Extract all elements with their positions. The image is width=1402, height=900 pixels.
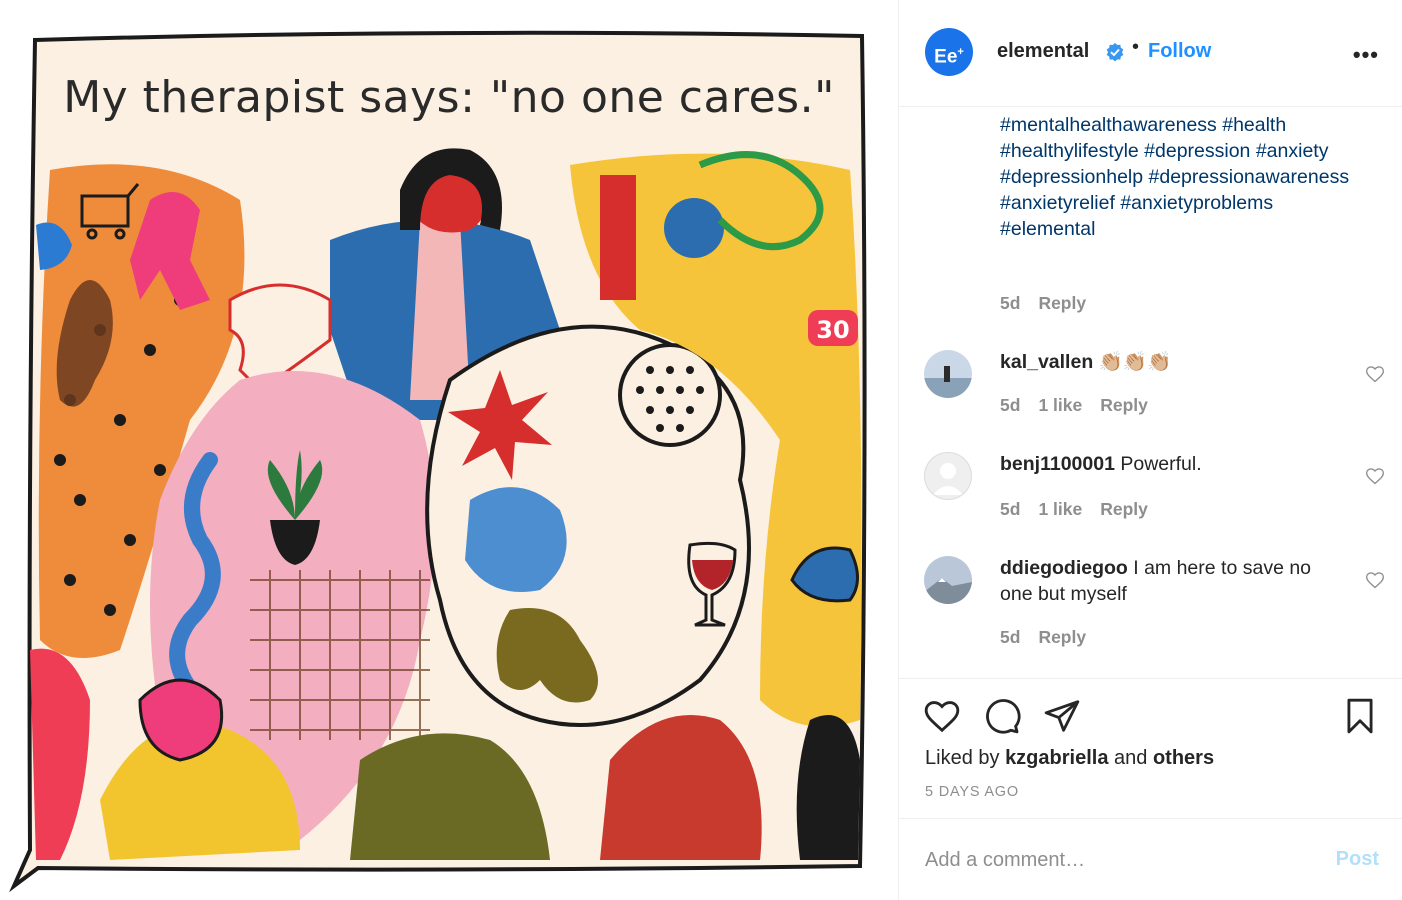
comment-likes[interactable]: 1 like bbox=[1038, 499, 1082, 519]
comment-bubble-icon[interactable] bbox=[983, 697, 1021, 735]
svg-text:30: 30 bbox=[816, 316, 849, 344]
liked-by-others[interactable]: others bbox=[1153, 747, 1214, 769]
comment-text: benj1100001 Powerful. bbox=[1000, 451, 1330, 477]
post-comment-button[interactable]: Post bbox=[1336, 848, 1379, 871]
caption-hashtags-text[interactable]: #mentalhealthawareness #health #healthyl… bbox=[1000, 108, 1360, 242]
default-avatar-icon bbox=[933, 463, 963, 495]
comment-time: 5d bbox=[1000, 627, 1021, 647]
comments-list[interactable]: #mentalhealth #mentalhealthawareness #he… bbox=[899, 108, 1402, 678]
add-comment-bar: Post bbox=[899, 818, 1402, 900]
post-side-panel: Ee+ elemental • Follow ••• #mentalhealth… bbox=[898, 0, 1402, 900]
share-send-icon[interactable] bbox=[1043, 697, 1081, 735]
comment-meta: 5d 1 like Reply bbox=[1000, 395, 1148, 416]
comment-like-heart-icon[interactable] bbox=[1365, 466, 1385, 486]
author-username[interactable]: elemental bbox=[997, 40, 1089, 63]
comment-reply-button[interactable]: Reply bbox=[1100, 395, 1148, 415]
comment-likes[interactable]: 1 like bbox=[1038, 395, 1082, 415]
comment-avatar[interactable] bbox=[924, 452, 972, 500]
comment-time: 5d bbox=[1000, 499, 1021, 519]
comment-username[interactable]: ddiegodiegoo bbox=[1000, 557, 1128, 579]
like-heart-icon[interactable] bbox=[923, 697, 961, 735]
avatar-text: Ee bbox=[934, 46, 958, 68]
add-comment-input[interactable] bbox=[925, 845, 1305, 875]
liked-and: and bbox=[1114, 747, 1148, 769]
post-timestamp[interactable]: 5 DAYS AGO bbox=[925, 784, 1019, 800]
more-options-icon[interactable]: ••• bbox=[1353, 42, 1379, 68]
caption-hashtags: #mentalhealth #mentalhealthawareness #he… bbox=[1000, 108, 1360, 242]
comment-body: Powerful. bbox=[1120, 453, 1202, 475]
avatar-photo bbox=[924, 350, 972, 398]
follow-button[interactable]: Follow bbox=[1148, 40, 1211, 63]
avatar-sup: + bbox=[957, 46, 964, 58]
author-avatar[interactable]: Ee+ bbox=[925, 28, 973, 76]
comment-username[interactable]: benj1100001 bbox=[1000, 453, 1115, 475]
image-caption-text: My therapist says: "no one cares." bbox=[63, 72, 835, 123]
comment-text: ddiegodiegoo I am here to save no one bu… bbox=[1000, 555, 1330, 607]
comment-meta: 5d 1 like Reply bbox=[1000, 499, 1148, 520]
comment-avatar[interactable] bbox=[924, 350, 972, 398]
header-separator: • bbox=[1132, 36, 1140, 58]
liked-by-user[interactable]: kzgabriella bbox=[1005, 747, 1108, 769]
post-image[interactable]: 30 My therapist says: "no one cares." bbox=[0, 0, 898, 900]
comment-like-heart-icon[interactable] bbox=[1365, 364, 1385, 384]
comment-reply-button[interactable]: Reply bbox=[1100, 499, 1148, 519]
comment-like-heart-icon[interactable] bbox=[1365, 570, 1385, 590]
comment-body: 👏🏼👏🏼👏🏼 bbox=[1098, 351, 1172, 373]
illustration: 30 bbox=[9, 30, 867, 893]
comment-text: kal_vallen 👏🏼👏🏼👏🏼 bbox=[1000, 349, 1330, 375]
caption-time: 5d bbox=[1000, 293, 1021, 313]
bookmark-icon[interactable] bbox=[1341, 697, 1379, 735]
liked-prefix: Liked by bbox=[925, 747, 1000, 769]
post-actions: Liked by kzgabriella and others 5 DAYS A… bbox=[899, 678, 1402, 818]
comment-time: 5d bbox=[1000, 395, 1021, 415]
comment-username[interactable]: kal_vallen bbox=[1000, 351, 1093, 373]
caption-reply-button[interactable]: Reply bbox=[1038, 293, 1086, 313]
liked-by-text: Liked by kzgabriella and others bbox=[925, 747, 1214, 770]
caption-meta: 5d Reply bbox=[1000, 293, 1086, 314]
avatar-photo bbox=[924, 556, 972, 604]
comment-avatar[interactable] bbox=[924, 556, 972, 604]
verified-badge-icon bbox=[1106, 43, 1124, 62]
comment-reply-button[interactable]: Reply bbox=[1038, 627, 1086, 647]
post-header: Ee+ elemental • Follow ••• bbox=[899, 0, 1402, 107]
comment-meta: 5d Reply bbox=[1000, 627, 1086, 648]
